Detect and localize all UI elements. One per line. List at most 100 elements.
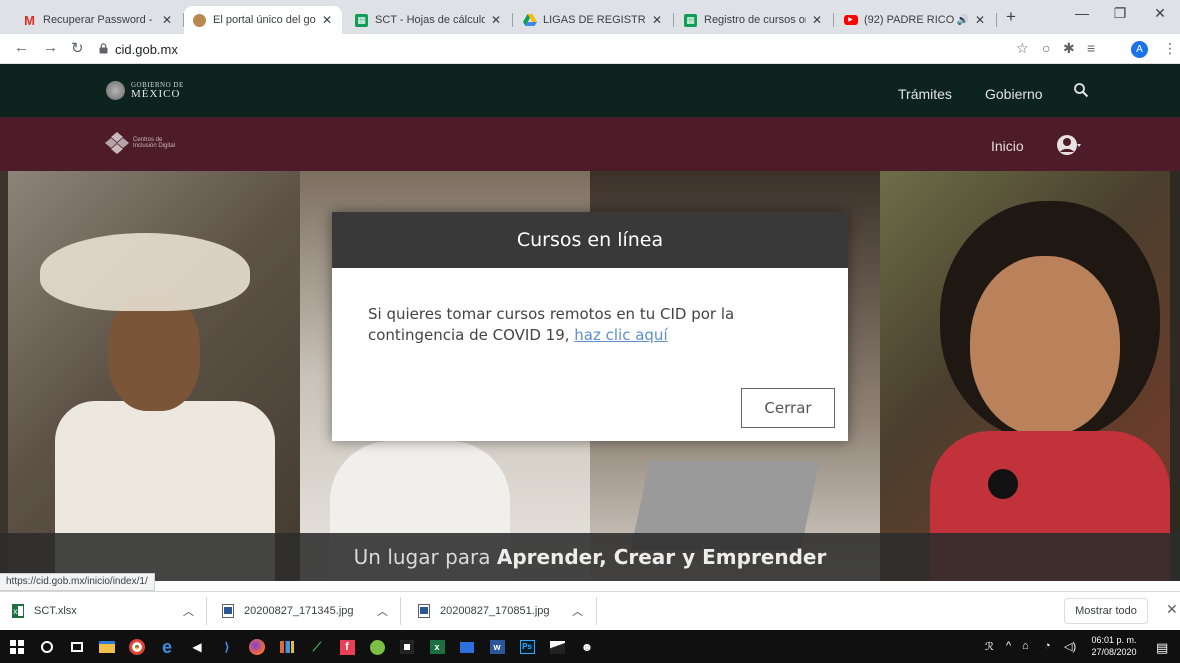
forward-arrow-icon[interactable]: → xyxy=(43,39,58,56)
minimize-icon[interactable]: — xyxy=(1062,5,1102,21)
excel-icon[interactable]: x xyxy=(428,638,446,656)
restore-icon[interactable]: ❐ xyxy=(1100,5,1140,22)
extensions-puzzle-icon[interactable]: ✱ xyxy=(1063,40,1075,57)
download-item-jpg-2[interactable]: 20200827_170851.jpg xyxy=(418,600,550,622)
hero-microphone xyxy=(988,469,1018,499)
mostrar-todo-button[interactable]: Mostrar todo xyxy=(1064,598,1148,624)
status-url-bubble: https://cid.gob.mx/inicio/index/1/ xyxy=(0,573,155,591)
download-name: SCT.xlsx xyxy=(34,605,77,617)
visual-studio-code-icon[interactable]: ⟩ xyxy=(218,638,236,656)
cid-logo[interactable]: Centros de Inclusión Digital xyxy=(104,131,175,155)
sheets-icon: ▦ xyxy=(354,13,369,28)
media-queue-icon[interactable]: ≡ xyxy=(1087,40,1095,56)
chevron-up-icon[interactable]: ︿ xyxy=(183,603,194,619)
downloads-shelf xyxy=(0,591,1180,630)
search-icon[interactable] xyxy=(1073,82,1089,98)
tab-recuperar-password[interactable]: M Recuperar Password - e ✕ xyxy=(14,6,182,34)
svg-text:x: x xyxy=(13,607,18,616)
app-window-icon[interactable] xyxy=(458,638,476,656)
notification-center-icon[interactable]: ▤ xyxy=(1156,640,1168,656)
hero-tagline: Un lugar para Aprender, Crear y Emprende… xyxy=(0,545,1180,569)
extension-circle-icon[interactable]: ○ xyxy=(1042,40,1050,56)
chevron-up-icon[interactable]: ︿ xyxy=(377,603,388,619)
modal-body-text: Si quieres tomar cursos remotos en tu CI… xyxy=(368,305,735,344)
word-icon[interactable]: w xyxy=(488,638,506,656)
tab-padre-rico[interactable]: ▶ (92) PADRE RICO P 🔊 ✕ xyxy=(835,6,995,34)
download-separator xyxy=(206,597,207,625)
gov-logo-line2: MÉXICO xyxy=(131,87,181,100)
browser-menu-icon[interactable]: ⋮ xyxy=(1163,40,1177,57)
profile-avatar[interactable]: A xyxy=(1131,41,1148,58)
haz-clic-aqui-link[interactable]: haz clic aquí xyxy=(574,326,667,344)
arrow-app-icon[interactable]: ⟋ xyxy=(308,638,326,656)
file-explorer-icon[interactable] xyxy=(98,638,116,656)
volume-icon[interactable]: ◁) xyxy=(1064,640,1076,653)
close-icon[interactable]: ✕ xyxy=(1166,601,1178,618)
media-player-icon[interactable]: ◀ xyxy=(188,638,206,656)
tab-title: El portal único del gob xyxy=(213,14,316,26)
speaker-icon[interactable]: 🔊 xyxy=(957,15,969,26)
tab-title: (92) PADRE RICO P xyxy=(864,14,955,26)
window-close-icon[interactable]: ✕ xyxy=(1140,5,1180,22)
download-item-jpg-1[interactable]: 20200827_171345.jpg xyxy=(222,600,354,622)
back-arrow-icon[interactable]: ← xyxy=(14,39,29,56)
nav-tramites[interactable]: Trámites xyxy=(898,86,952,102)
image-file-icon xyxy=(222,604,234,618)
youtube-icon: ▶ xyxy=(843,13,858,28)
bookmark-star-icon[interactable]: ☆ xyxy=(1016,40,1029,57)
modal-title: Cursos en línea xyxy=(516,229,664,251)
hero-figure-face xyxy=(970,256,1120,436)
photoshop-icon[interactable]: Ps xyxy=(518,638,536,656)
photos-icon[interactable] xyxy=(548,638,566,656)
windows-start-icon[interactable] xyxy=(8,638,26,656)
lock-icon[interactable] xyxy=(99,43,108,54)
firefox-icon[interactable] xyxy=(248,638,266,656)
tab-registro-cursos[interactable]: ▦ Registro de cursos onli ✕ xyxy=(675,6,832,34)
nav-inicio[interactable]: Inicio xyxy=(991,138,1024,154)
close-icon[interactable]: ✕ xyxy=(973,13,987,27)
screen-recorder-icon[interactable] xyxy=(398,638,416,656)
chart-app-icon[interactable] xyxy=(278,638,296,656)
download-item-sct-xlsx[interactable]: x SCT.xlsx xyxy=(12,600,77,622)
nav-gobierno[interactable]: Gobierno xyxy=(985,86,1043,102)
game-app-icon[interactable]: ☻ xyxy=(578,638,596,656)
network-icon[interactable]: ⌂ xyxy=(1022,640,1029,652)
address-bar[interactable]: cid.gob.mx xyxy=(115,42,178,57)
cerrar-button[interactable]: Cerrar xyxy=(741,388,835,428)
cid-logo-mark-icon xyxy=(105,132,129,154)
tab-ligas-registro[interactable]: LIGAS DE REGISTRO A T ✕ xyxy=(514,6,672,34)
gobierno-mexico-logo[interactable]: GOBIERNO DE MÉXICO xyxy=(106,81,184,100)
search-circle-icon[interactable] xyxy=(38,638,56,656)
hero-tagline-bold: Aprender, Crear y Emprender xyxy=(496,545,827,569)
clock-date: 27/08/2020 xyxy=(1091,647,1137,657)
tab-separator xyxy=(996,13,997,27)
user-account-icon[interactable] xyxy=(1056,133,1082,157)
facebook-icon[interactable]: f xyxy=(338,638,356,656)
hero-edge xyxy=(0,171,8,581)
excel-file-icon: x xyxy=(12,604,24,618)
close-icon[interactable]: ✕ xyxy=(489,13,503,27)
close-icon[interactable]: ✕ xyxy=(810,13,824,27)
android-app-icon[interactable] xyxy=(368,638,386,656)
chevron-up-icon[interactable]: ^ xyxy=(1006,640,1011,652)
browser-tab-strip: M Recuperar Password - e ✕ El portal úni… xyxy=(0,0,1180,34)
hero-figure-hat xyxy=(40,233,250,311)
system-clock[interactable]: 06:01 p. m. 27/08/2020 xyxy=(1086,634,1142,658)
tab-portal-gob[interactable]: El portal único del gob ✕ xyxy=(184,6,342,34)
task-view-icon[interactable] xyxy=(68,638,86,656)
close-icon[interactable]: ✕ xyxy=(160,13,174,27)
chrome-icon[interactable] xyxy=(128,638,146,656)
new-tab-button[interactable]: + xyxy=(1006,7,1016,27)
drive-icon xyxy=(522,13,537,28)
wifi-icon[interactable]: ◔ xyxy=(1044,640,1051,652)
download-name: 20200827_171345.jpg xyxy=(244,605,354,617)
reload-icon[interactable]: ↻ xyxy=(71,39,84,57)
people-icon[interactable]: ℛ xyxy=(985,640,994,653)
close-icon[interactable]: ✕ xyxy=(650,13,664,27)
chevron-up-icon[interactable]: ︿ xyxy=(572,603,583,619)
edge-legacy-icon[interactable]: e xyxy=(158,637,176,657)
tab-sct-hojas[interactable]: ▦ SCT - Hojas de cálculo ✕ xyxy=(346,6,511,34)
gob-portal-icon xyxy=(192,13,207,28)
close-icon[interactable]: ✕ xyxy=(320,13,334,27)
browser-toolbar: ← → ↻ cid.gob.mx ☆ ○ ✱ ≡ A ⋮ xyxy=(0,34,1180,64)
